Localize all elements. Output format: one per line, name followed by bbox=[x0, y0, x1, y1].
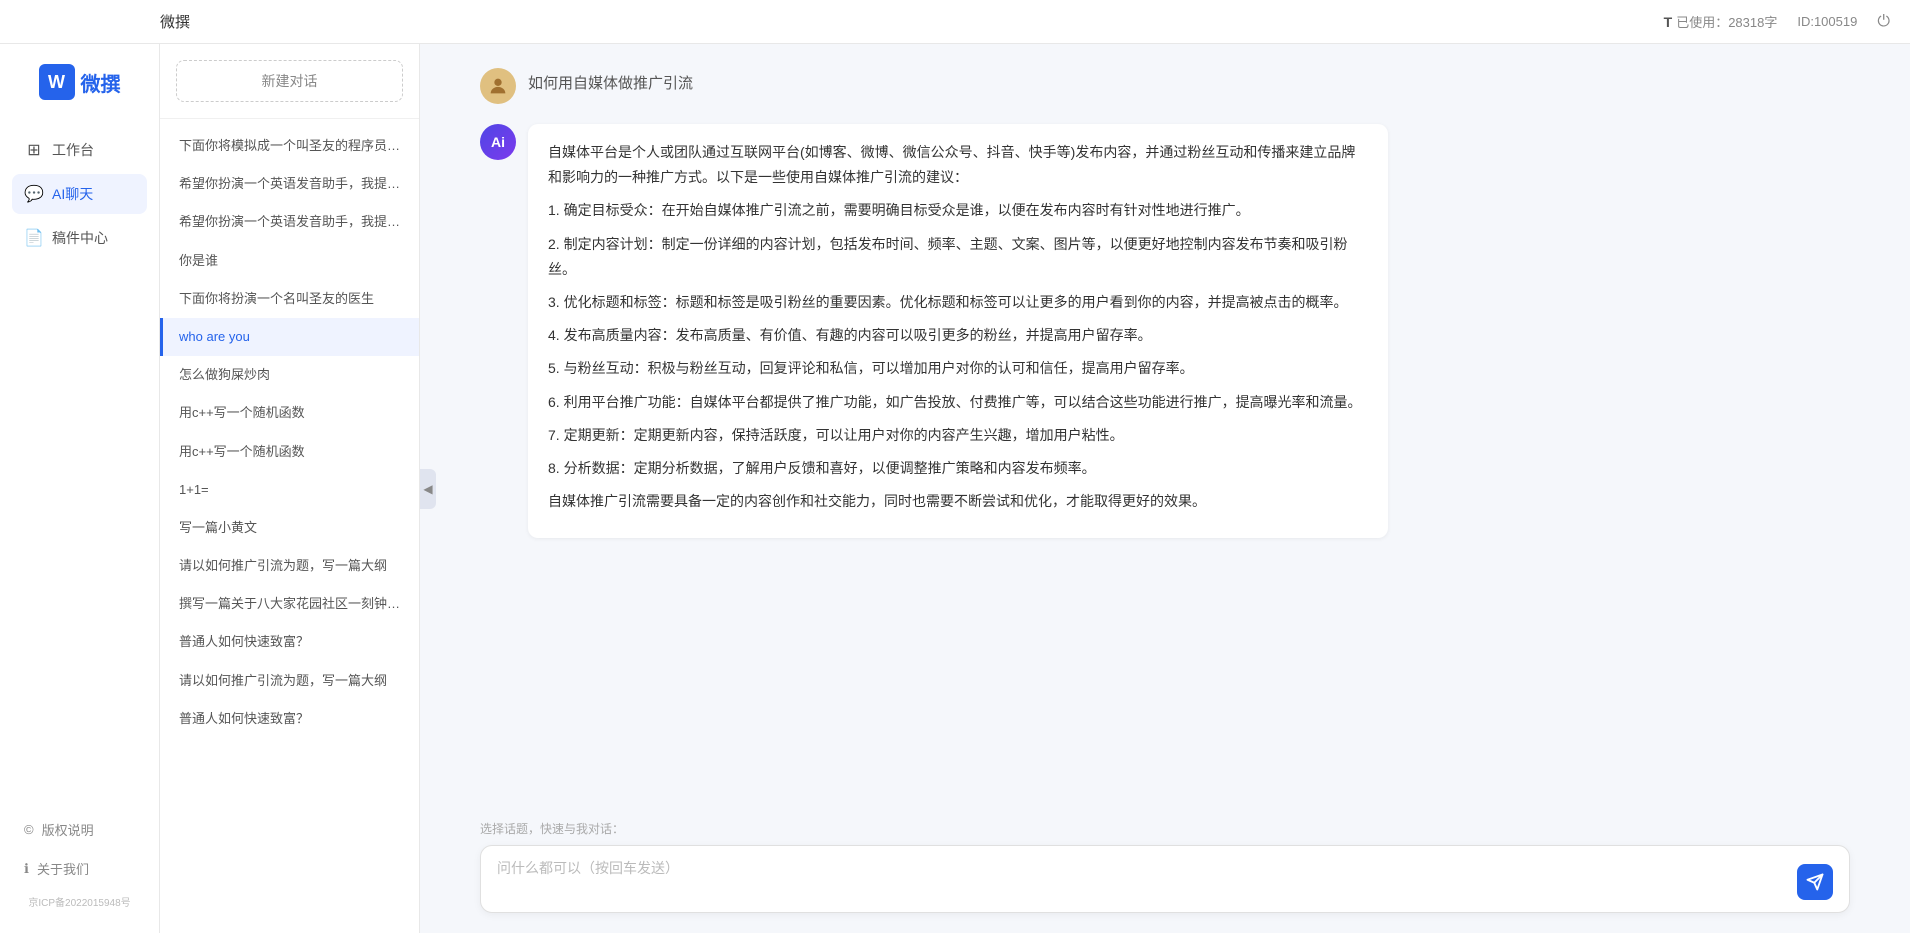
list-item[interactable]: 下面你将模拟成一个叫圣友的程序员、我说... bbox=[160, 127, 419, 165]
ai-point-6: 6. 利用平台推广功能：自媒体平台都提供了推广功能，如广告投放、付费推广等，可以… bbox=[548, 390, 1368, 415]
ai-point-8: 8. 分析数据：定期分析数据，了解用户反馈和喜好，以便调整推广策略和内容发布频率… bbox=[548, 456, 1368, 481]
list-item[interactable]: 普通人如何快速致富？ bbox=[160, 700, 419, 738]
page-header-title: 微撰 bbox=[160, 11, 190, 32]
sidebar-bottom-label: 版权说明 bbox=[42, 820, 94, 839]
ai-point-7: 7. 定期更新：定期更新内容，保持活跃度，可以让用户对你的内容产生兴趣，增加用户… bbox=[548, 423, 1368, 448]
ai-point-2: 2. 制定内容计划：制定一份详细的内容计划，包括发布时间、频率、主题、文案、图片… bbox=[548, 232, 1368, 282]
main-chat-area: ◀ 如何用自媒体做推广引流 Ai 自媒体平台是个人或团队通过互联网平台(如博客、… bbox=[420, 44, 1910, 933]
ai-point-3: 3. 优化标题和标签：标题和标签是吸引粉丝的重要因素。优化标题和标签可以让更多的… bbox=[548, 290, 1368, 315]
list-item[interactable]: 普通人如何快速致富？ bbox=[160, 623, 419, 661]
sidebar-item-copyright[interactable]: © 版权说明 bbox=[12, 812, 147, 847]
conv-header: 新建对话 bbox=[160, 44, 419, 119]
sidebar: W 微撰 ⊞ 工作台 💬 AI聊天 📄 稿件中心 © 版权说明 ℹ bbox=[0, 44, 160, 933]
conv-item-title: 请以如何推广引流为题，写一篇大纲 bbox=[179, 557, 403, 575]
input-area: 选择话题，快速与我对话： bbox=[420, 808, 1910, 933]
list-item[interactable]: who are you bbox=[160, 318, 419, 356]
chat-icon: 💬 bbox=[24, 184, 44, 204]
user-avatar bbox=[480, 68, 516, 104]
drafts-icon: 📄 bbox=[24, 228, 44, 248]
user-message: 如何用自媒体做推广引流 bbox=[480, 68, 1850, 104]
list-item[interactable]: 1+1= bbox=[160, 471, 419, 509]
sidebar-item-workspace[interactable]: ⊞ 工作台 bbox=[12, 130, 147, 170]
logo-icon: W bbox=[39, 64, 75, 100]
logo-text: 微撰 bbox=[81, 68, 121, 97]
power-icon[interactable]: ⏻ bbox=[1877, 13, 1890, 31]
sidebar-item-about[interactable]: ℹ 关于我们 bbox=[12, 851, 147, 886]
list-item[interactable]: 希望你扮演一个英语发音助手，我提供给你... bbox=[160, 203, 419, 241]
conv-item-title: 普通人如何快速致富？ bbox=[179, 710, 403, 728]
list-item[interactable]: 请以如何推广引流为题，写一篇大纲 bbox=[160, 662, 419, 700]
sidebar-item-label: AI聊天 bbox=[52, 184, 93, 204]
ai-intro: 自媒体平台是个人或团队通过互联网平台(如博客、微博、微信公众号、抖音、快手等)发… bbox=[548, 140, 1368, 190]
conv-item-title: 请以如何推广引流为题，写一篇大纲 bbox=[179, 672, 403, 690]
ai-point-1: 1. 确定目标受众：在开始自媒体推广引流之前，需要明确目标受众是谁，以便在发布内… bbox=[548, 198, 1368, 223]
new-conversation-button[interactable]: 新建对话 bbox=[176, 60, 403, 102]
list-item[interactable]: 写一篇小黄文 bbox=[160, 509, 419, 547]
quick-prompt-label: 选择话题，快速与我对话： bbox=[480, 820, 1850, 837]
conv-item-title: 怎么做狗屎炒肉 bbox=[179, 366, 403, 384]
conv-item-title: 撰写一篇关于八大家花园社区一刻钟便民生... bbox=[179, 595, 403, 613]
ai-message: Ai 自媒体平台是个人或团队通过互联网平台(如博客、微博、微信公众号、抖音、快手… bbox=[480, 124, 1850, 538]
list-item[interactable]: 希望你扮演一个英语发音助手，我提供给你... bbox=[160, 165, 419, 203]
word-icon: T bbox=[1664, 14, 1673, 30]
list-item[interactable]: 下面你将扮演一个名叫圣友的医生 bbox=[160, 280, 419, 318]
conv-item-title: 写一篇小黄文 bbox=[179, 519, 403, 537]
list-item[interactable]: 用c++写一个随机函数 bbox=[160, 394, 419, 432]
sidebar-item-label: 稿件中心 bbox=[52, 228, 108, 248]
ai-point-4: 4. 发布高质量内容：发布高质量、有价值、有趣的内容可以吸引更多的粉丝，并提高用… bbox=[548, 323, 1368, 348]
conv-item-title: 用c++写一个随机函数 bbox=[179, 404, 403, 422]
list-item[interactable]: 请以如何推广引流为题，写一篇大纲 bbox=[160, 547, 419, 585]
conv-item-title: 下面你将模拟成一个叫圣友的程序员、我说... bbox=[179, 137, 403, 155]
conversation-list: 下面你将模拟成一个叫圣友的程序员、我说... 希望你扮演一个英语发音助手，我提供… bbox=[160, 119, 419, 933]
conv-item-title: 你是谁 bbox=[179, 252, 403, 270]
ai-message-text: 自媒体平台是个人或团队通过互联网平台(如博客、微博、微信公众号、抖音、快手等)发… bbox=[528, 124, 1388, 538]
info-icon: ℹ bbox=[24, 861, 29, 877]
chat-input-box bbox=[480, 845, 1850, 913]
conv-item-title: 希望你扮演一个英语发音助手，我提供给你... bbox=[179, 175, 403, 193]
send-icon bbox=[1806, 873, 1824, 891]
logo: W 微撰 bbox=[39, 64, 121, 100]
list-item[interactable]: 怎么做狗屎炒肉 bbox=[160, 356, 419, 394]
conv-item-title: 下面你将扮演一个名叫圣友的医生 bbox=[179, 290, 403, 308]
user-message-text: 如何用自媒体做推广引流 bbox=[528, 68, 693, 97]
chat-input[interactable] bbox=[497, 858, 1789, 900]
conv-item-title: who are you bbox=[179, 328, 403, 346]
sidebar-toggle-button[interactable]: ◀ bbox=[420, 469, 436, 509]
list-item[interactable]: 用c++写一个随机函数 bbox=[160, 433, 419, 471]
header-right-info: T 已使用：28318字 ID:100519 ⏻ bbox=[1664, 12, 1890, 31]
sidebar-item-ai-chat[interactable]: 💬 AI聊天 bbox=[12, 174, 147, 214]
ai-point-5: 5. 与粉丝互动：积极与粉丝互动，回复评论和私信，可以增加用户对你的认可和信任，… bbox=[548, 356, 1368, 381]
word-count: T 已使用：28318字 bbox=[1664, 12, 1778, 31]
sidebar-bottom-label: 关于我们 bbox=[37, 859, 89, 878]
chat-messages: 如何用自媒体做推广引流 Ai 自媒体平台是个人或团队通过互联网平台(如博客、微博… bbox=[420, 44, 1910, 808]
conv-item-title: 希望你扮演一个英语发音助手，我提供给你... bbox=[179, 213, 403, 231]
sidebar-item-label: 工作台 bbox=[52, 140, 94, 160]
sidebar-bottom: © 版权说明 ℹ 关于我们 京ICP备2022015948号 bbox=[0, 812, 159, 913]
send-button[interactable] bbox=[1797, 864, 1833, 900]
list-item[interactable]: 你是谁 bbox=[160, 242, 419, 280]
conv-item-title: 1+1= bbox=[179, 481, 403, 499]
nav-items: ⊞ 工作台 💬 AI聊天 📄 稿件中心 bbox=[0, 130, 159, 258]
ai-avatar: Ai bbox=[480, 124, 516, 160]
ai-outro: 自媒体推广引流需要具备一定的内容创作和社交能力，同时也需要不断尝试和优化，才能取… bbox=[548, 489, 1368, 514]
copyright-icon: © bbox=[24, 822, 34, 837]
conversation-panel: 新建对话 下面你将模拟成一个叫圣友的程序员、我说... 希望你扮演一个英语发音助… bbox=[160, 44, 420, 933]
icp-text: 京ICP备2022015948号 bbox=[12, 890, 147, 913]
user-id: ID:100519 bbox=[1797, 14, 1857, 29]
workspace-icon: ⊞ bbox=[24, 140, 44, 160]
sidebar-item-drafts[interactable]: 📄 稿件中心 bbox=[12, 218, 147, 258]
conv-item-title: 普通人如何快速致富？ bbox=[179, 633, 403, 651]
conv-item-title: 用c++写一个随机函数 bbox=[179, 443, 403, 461]
list-item[interactable]: 撰写一篇关于八大家花园社区一刻钟便民生... bbox=[160, 585, 419, 623]
